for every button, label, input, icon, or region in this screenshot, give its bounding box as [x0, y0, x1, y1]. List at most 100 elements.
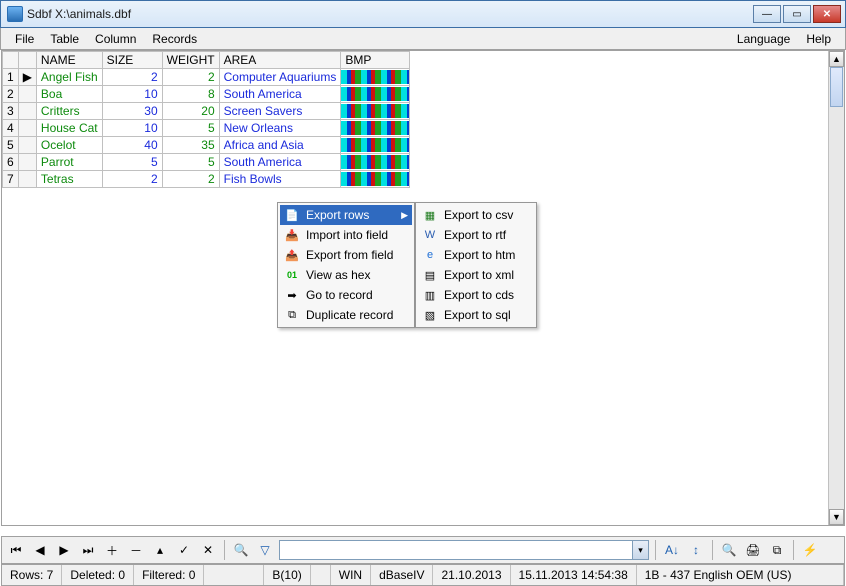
minimize-button[interactable]: — [753, 5, 781, 23]
cell-area[interactable]: Africa and Asia [219, 137, 341, 154]
cell-area[interactable]: Computer Aquariums [219, 69, 341, 86]
ctx-export-field[interactable]: 📤 Export from field [280, 245, 412, 265]
export-xml[interactable]: ▤Export to xml [418, 265, 534, 285]
add-record-button[interactable]: ＋ [102, 540, 122, 560]
search-button[interactable]: 🔍 [231, 540, 251, 560]
menu-help[interactable]: Help [798, 30, 839, 48]
nav-next-button[interactable]: ▶ [54, 540, 74, 560]
data-grid[interactable]: NAME SIZE WEIGHT AREA BMP 1▶Angel Fish22… [2, 51, 410, 188]
cell-area[interactable]: Fish Bowls [219, 171, 341, 188]
cell-name[interactable]: Angel Fish [36, 69, 102, 86]
menu-table[interactable]: Table [42, 30, 87, 48]
maximize-button[interactable]: ▭ [783, 5, 811, 23]
row-number: 4 [3, 120, 19, 137]
combo-dropdown-button[interactable]: ▾ [632, 541, 648, 559]
cell-weight[interactable]: 5 [162, 120, 219, 137]
close-button[interactable]: ✕ [813, 5, 841, 23]
col-weight[interactable]: WEIGHT [162, 52, 219, 69]
nav-first-button[interactable]: ⏮ [6, 540, 26, 560]
scroll-down-button[interactable]: ▼ [829, 509, 844, 525]
export-csv[interactable]: ▦Export to csv [418, 205, 534, 225]
cell-weight[interactable]: 2 [162, 69, 219, 86]
nav-last-button[interactable]: ⏭ [78, 540, 98, 560]
export-cds[interactable]: ▥Export to cds [418, 285, 534, 305]
cell-weight[interactable]: 5 [162, 154, 219, 171]
cell-name[interactable]: Parrot [36, 154, 102, 171]
vertical-scrollbar[interactable]: ▲ ▼ [828, 51, 844, 525]
cell-bmp[interactable] [341, 171, 410, 188]
cell-size[interactable]: 2 [102, 171, 162, 188]
cell-name[interactable]: Ocelot [36, 137, 102, 154]
ctx-goto-record[interactable]: ➡ Go to record [280, 285, 412, 305]
col-bmp[interactable]: BMP [341, 52, 410, 69]
cell-weight[interactable]: 8 [162, 86, 219, 103]
export-sql[interactable]: ▧Export to sql [418, 305, 534, 325]
cell-name[interactable]: House Cat [36, 120, 102, 137]
cell-area[interactable]: Screen Savers [219, 103, 341, 120]
filter-combo[interactable]: ▾ [279, 540, 649, 560]
nav-prev-button[interactable]: ◀ [30, 540, 50, 560]
table-row[interactable]: 7Tetras22Fish Bowls [3, 171, 410, 188]
export-htm[interactable]: eExport to htm [418, 245, 534, 265]
delete-record-button[interactable]: － [126, 540, 146, 560]
menu-language[interactable]: Language [729, 30, 798, 48]
filter-button[interactable]: ▽ [255, 540, 275, 560]
cell-name[interactable]: Boa [36, 86, 102, 103]
cell-size[interactable]: 5 [102, 154, 162, 171]
table-row[interactable]: 2Boa108South America [3, 86, 410, 103]
row-header-blank[interactable] [3, 52, 19, 69]
sort-asc-button[interactable]: A↓ [662, 540, 682, 560]
col-name[interactable]: NAME [36, 52, 102, 69]
cell-size[interactable]: 30 [102, 103, 162, 120]
cell-bmp[interactable] [341, 103, 410, 120]
cell-area[interactable]: South America [219, 86, 341, 103]
cell-size[interactable]: 10 [102, 86, 162, 103]
ctx-duplicate-record[interactable]: ⧉ Duplicate record [280, 305, 412, 325]
table-row[interactable]: 3Critters3020Screen Savers [3, 103, 410, 120]
sort-clear-button[interactable]: ↕ [686, 540, 706, 560]
cell-bmp[interactable] [341, 86, 410, 103]
copy-button[interactable]: ⧉ [767, 540, 787, 560]
cell-bmp[interactable] [341, 137, 410, 154]
print-button[interactable]: 🖨 [743, 540, 763, 560]
ctx-export-rows[interactable]: 📄 Export rows ▶ [280, 205, 412, 225]
table-row[interactable]: 6Parrot55South America [3, 154, 410, 171]
post-button[interactable]: ✓ [174, 540, 194, 560]
table-row[interactable]: 4 House Cat105New Orleans [3, 120, 410, 137]
table-row[interactable]: 1▶Angel Fish22Computer Aquariums [3, 69, 410, 86]
cell-weight[interactable]: 35 [162, 137, 219, 154]
cell-size[interactable]: 2 [102, 69, 162, 86]
cell-size[interactable]: 10 [102, 120, 162, 137]
zoom-button[interactable]: 🔍 [719, 540, 739, 560]
cell-bmp[interactable] [341, 69, 410, 86]
menu-file[interactable]: File [7, 30, 42, 48]
ctx-view-hex[interactable]: 01 View as hex [280, 265, 412, 285]
scroll-thumb[interactable] [830, 67, 843, 107]
cell-name[interactable]: Tetras [36, 171, 102, 188]
cell-bmp[interactable] [341, 154, 410, 171]
context-menu: 📄 Export rows ▶ 📥 Import into field 📤 Ex… [277, 202, 415, 328]
cell-name[interactable]: Critters [36, 103, 102, 120]
filter-input[interactable] [280, 543, 632, 557]
menu-column[interactable]: Column [87, 30, 144, 48]
bmp-thumbnail [341, 138, 409, 152]
cell-weight[interactable]: 2 [162, 171, 219, 188]
bmp-thumbnail [341, 155, 409, 169]
cell-weight[interactable]: 20 [162, 103, 219, 120]
col-area[interactable]: AREA [219, 52, 341, 69]
cell-area[interactable]: South America [219, 154, 341, 171]
export-rtf[interactable]: WExport to rtf [418, 225, 534, 245]
cancel-button[interactable]: ✕ [198, 540, 218, 560]
rtf-icon: W [422, 227, 438, 243]
edit-record-button[interactable]: ▴ [150, 540, 170, 560]
cell-size[interactable]: 40 [102, 137, 162, 154]
col-size[interactable]: SIZE [102, 52, 162, 69]
execute-button[interactable]: ⚡ [800, 540, 820, 560]
table-row[interactable]: 5Ocelot4035Africa and Asia [3, 137, 410, 154]
scroll-up-button[interactable]: ▲ [829, 51, 844, 67]
menu-records[interactable]: Records [144, 30, 205, 48]
ctx-import-field[interactable]: 📥 Import into field [280, 225, 412, 245]
cell-area[interactable]: New Orleans [219, 120, 341, 137]
cell-bmp[interactable] [341, 120, 410, 137]
row-marker-header[interactable] [18, 52, 36, 69]
